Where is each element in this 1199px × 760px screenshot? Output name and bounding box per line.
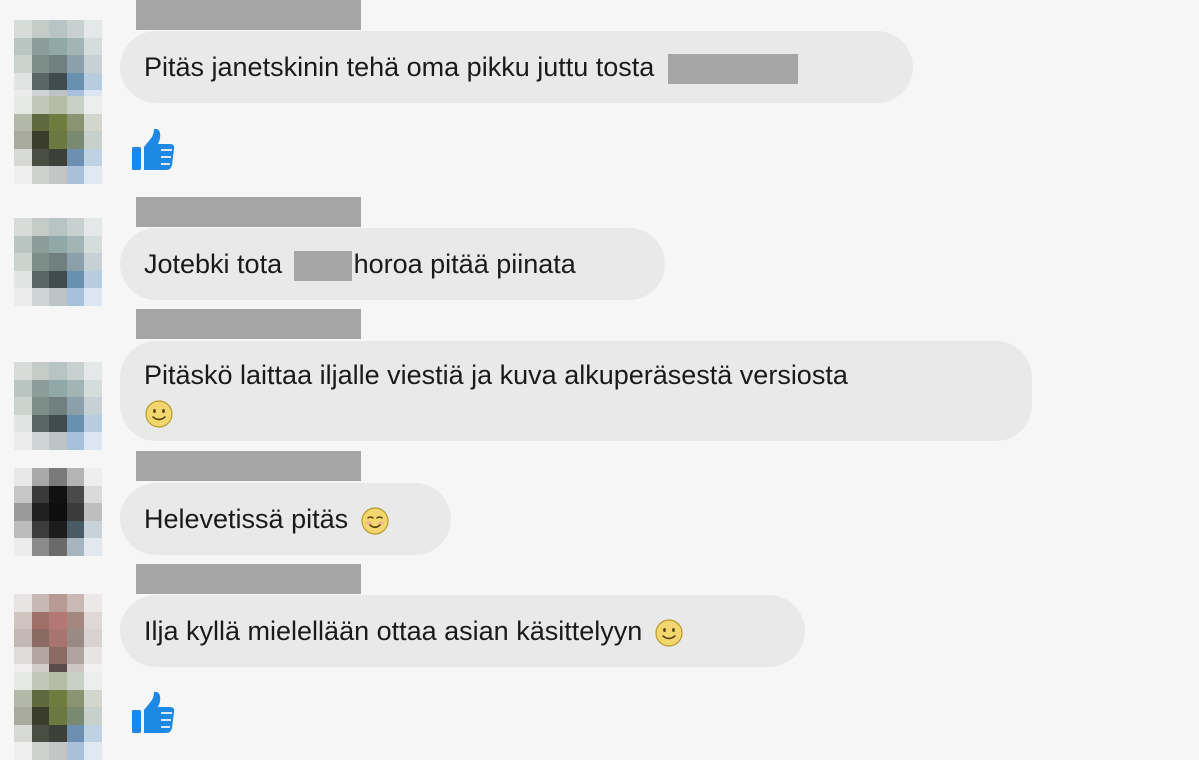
sender-name-redacted	[136, 309, 361, 339]
thumbs-up-icon	[132, 691, 175, 733]
sender-name-redacted	[136, 0, 361, 30]
sender-avatar[interactable]	[14, 96, 102, 184]
message-bubble[interactable]: Pitäs janetskinin tehä oma pikku juttu t…	[120, 31, 913, 103]
sender-avatar[interactable]	[14, 594, 102, 682]
message-text: Ilja kyllä mielellään ottaa asian käsitt…	[144, 616, 643, 646]
slightly-smiling-face-icon	[655, 619, 683, 647]
sender-avatar[interactable]	[14, 672, 102, 760]
message-bubble[interactable]: Helevetissä pitäs	[120, 483, 451, 555]
message-text: Pitäskö laittaa iljalle viestiä ja kuva …	[144, 360, 848, 390]
slightly-smiling-face-icon	[145, 400, 173, 428]
sender-avatar[interactable]	[14, 468, 102, 556]
sender-name-redacted	[136, 564, 361, 594]
message-text: Helevetissä pitäs	[144, 504, 349, 534]
message-bubble[interactable]: Pitäskö laittaa iljalle viestiä ja kuva …	[120, 341, 1032, 441]
message-bubble[interactable]: Jotebki tota horoa pitää piinata	[120, 228, 665, 300]
sender-avatar[interactable]	[14, 218, 102, 306]
message-text: Pitäs janetskinin tehä oma pikku juttu t…	[144, 52, 655, 82]
thumbs-up-icon	[132, 128, 175, 170]
redacted-text	[293, 250, 352, 281]
sender-avatar[interactable]	[14, 20, 102, 108]
sender-avatar[interactable]	[14, 362, 102, 450]
message-text: horoa pitää piinata	[353, 249, 576, 279]
smiling-face-icon	[361, 507, 389, 535]
message-text: Jotebki tota	[144, 249, 283, 279]
sender-name-redacted	[136, 197, 361, 227]
sender-name-redacted	[136, 451, 361, 481]
redacted-text	[667, 53, 798, 84]
message-bubble[interactable]: Ilja kyllä mielellään ottaa asian käsitt…	[120, 595, 805, 667]
